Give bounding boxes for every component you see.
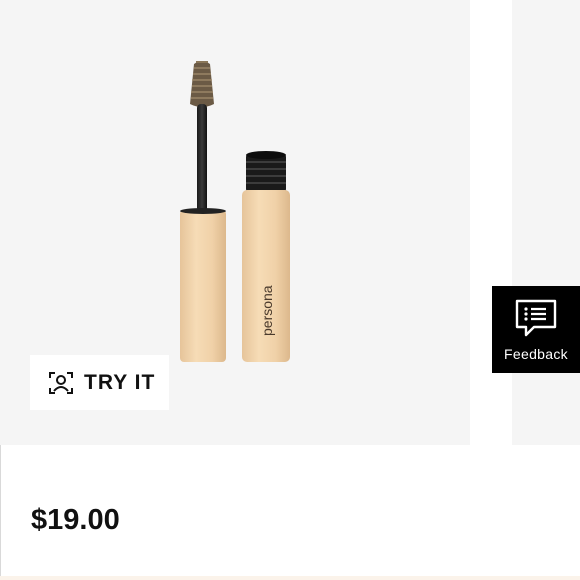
face-scan-icon: [48, 370, 74, 396]
try-it-label: TRY IT: [84, 370, 156, 394]
bottom-strip: [0, 576, 580, 580]
wand-cap: [180, 210, 226, 362]
brow-gel-product-illustration: persona: [180, 61, 290, 362]
try-it-button[interactable]: TRY IT: [30, 355, 169, 410]
chat-bubble-icon: [514, 298, 558, 338]
next-product-image[interactable]: [512, 0, 580, 445]
product-price: $19.00: [31, 504, 120, 536]
feedback-button[interactable]: Feedback: [492, 286, 580, 373]
product-image[interactable]: persona TRY IT: [0, 0, 470, 445]
feedback-label: Feedback: [504, 346, 568, 362]
bottle-neck: [246, 151, 286, 192]
brush-head: [190, 61, 214, 107]
brand-label: persona: [259, 285, 275, 336]
wand-stem: [197, 104, 207, 212]
